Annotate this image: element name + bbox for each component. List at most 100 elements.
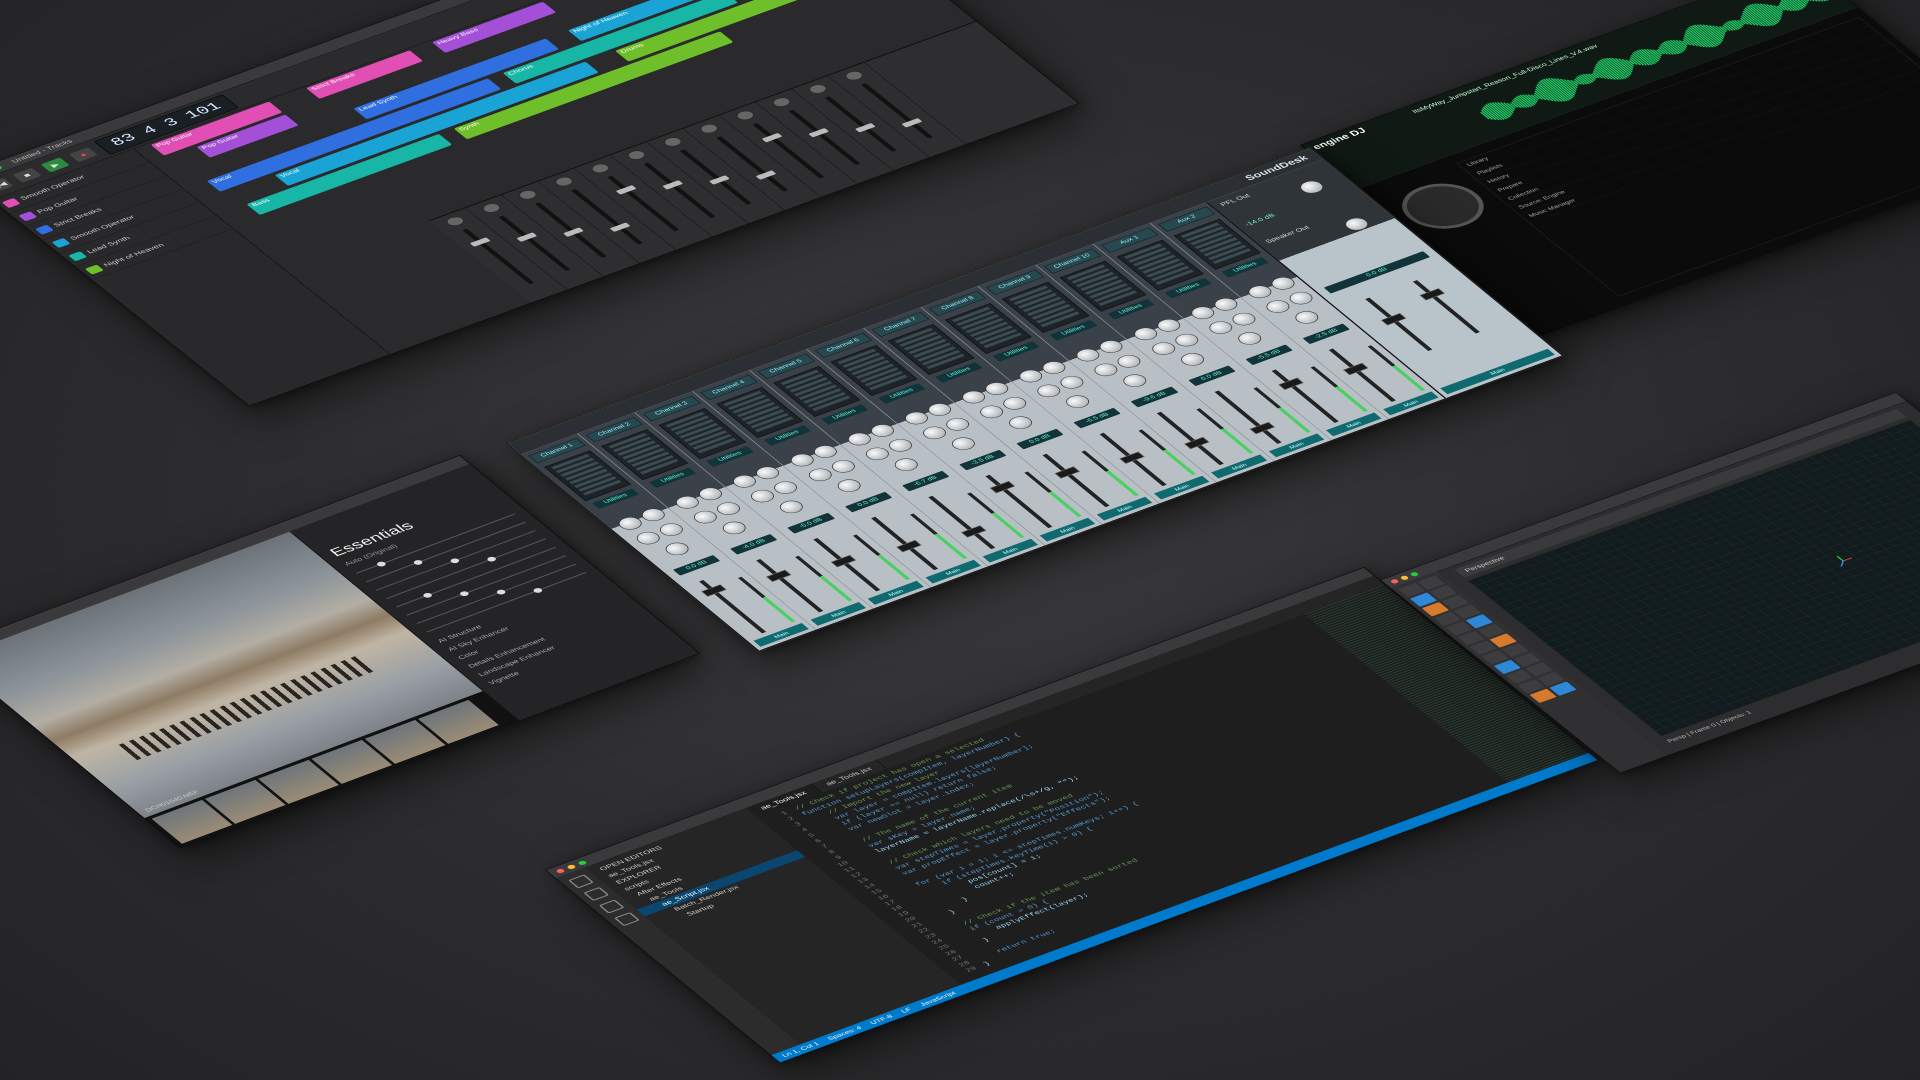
master-fader-right[interactable] xyxy=(1412,280,1480,334)
eq-knob[interactable] xyxy=(1147,340,1180,358)
channel-output[interactable]: Main xyxy=(925,559,981,584)
pan-knob[interactable] xyxy=(842,69,867,83)
eq-knob[interactable] xyxy=(1170,331,1203,349)
channel-output[interactable]: Main xyxy=(1383,391,1439,416)
eq-knob[interactable] xyxy=(1285,289,1317,307)
eq-knob[interactable] xyxy=(614,514,647,532)
channel-output[interactable]: Main xyxy=(753,623,810,647)
record-icon[interactable]: ● xyxy=(68,147,98,163)
eq-knob[interactable] xyxy=(843,430,876,448)
eq-knob[interactable] xyxy=(866,421,899,440)
eq-knob[interactable] xyxy=(900,409,933,427)
eq-knob[interactable] xyxy=(1227,310,1260,328)
channel-output[interactable]: Main xyxy=(1096,496,1153,521)
eq-knob[interactable] xyxy=(746,487,779,505)
source-control-icon[interactable] xyxy=(598,899,625,914)
pan-knob[interactable] xyxy=(624,148,649,162)
channel-output[interactable]: Main xyxy=(867,580,924,605)
eq-knob[interactable] xyxy=(1262,297,1294,316)
eq-knob[interactable] xyxy=(632,529,665,547)
eq-knob[interactable] xyxy=(1233,329,1266,348)
zoom-icon[interactable] xyxy=(1409,571,1420,577)
eq-knob[interactable] xyxy=(1090,361,1122,379)
debug-icon[interactable] xyxy=(613,912,640,927)
eq-knob[interactable] xyxy=(752,464,784,482)
eq-knob[interactable] xyxy=(728,472,761,490)
eq-knob[interactable] xyxy=(712,499,745,518)
eq-knob[interactable] xyxy=(1095,337,1128,356)
pfl-knob[interactable] xyxy=(1295,178,1328,196)
eq-knob[interactable] xyxy=(655,520,688,539)
channel-output[interactable]: Main xyxy=(1268,433,1325,458)
channel-output[interactable]: Main xyxy=(1325,412,1382,437)
minimize-icon[interactable] xyxy=(565,863,577,870)
eq-knob[interactable] xyxy=(694,485,727,503)
eq-knob[interactable] xyxy=(1244,283,1276,301)
eq-knob[interactable] xyxy=(1129,325,1162,343)
minimize-icon[interactable] xyxy=(1399,574,1410,581)
eq-knob[interactable] xyxy=(775,498,808,516)
speaker-knob[interactable] xyxy=(1340,215,1373,233)
eq-knob[interactable] xyxy=(827,457,859,476)
eq-knob[interactable] xyxy=(941,415,974,434)
eq-knob[interactable] xyxy=(1015,367,1047,385)
close-icon[interactable] xyxy=(554,867,566,874)
eq-knob[interactable] xyxy=(998,394,1031,413)
pan-knob[interactable] xyxy=(660,135,685,149)
pan-knob[interactable] xyxy=(733,109,758,122)
eq-knob[interactable] xyxy=(1209,295,1242,314)
search-icon[interactable] xyxy=(583,886,610,901)
eq-knob[interactable] xyxy=(671,493,704,511)
stop-icon[interactable]: ■ xyxy=(12,167,42,183)
close-icon[interactable] xyxy=(1389,578,1400,584)
eq-knob[interactable] xyxy=(804,466,836,484)
eq-knob[interactable] xyxy=(833,477,865,495)
eq-knob[interactable] xyxy=(1113,352,1146,370)
pan-knob[interactable] xyxy=(443,214,468,228)
zoom-icon[interactable] xyxy=(576,859,588,866)
eq-knob[interactable] xyxy=(975,403,1008,421)
pan-knob[interactable] xyxy=(697,122,722,135)
eq-knob[interactable] xyxy=(1152,316,1185,335)
eq-knob[interactable] xyxy=(1072,346,1104,364)
pan-knob[interactable] xyxy=(515,188,540,202)
eq-knob[interactable] xyxy=(1204,319,1237,337)
master-foot[interactable]: Main xyxy=(1440,348,1555,395)
eq-knob[interactable] xyxy=(890,456,922,474)
eq-knob[interactable] xyxy=(718,519,751,537)
play-icon[interactable]: ▶ xyxy=(40,157,70,173)
eq-knob[interactable] xyxy=(884,436,917,455)
eq-knob[interactable] xyxy=(861,445,894,463)
eq-knob[interactable] xyxy=(923,400,956,419)
eq-knob[interactable] xyxy=(1033,382,1065,400)
axis-gizmo-icon[interactable] xyxy=(1826,552,1860,570)
eq-knob[interactable] xyxy=(637,506,670,524)
eq-knob[interactable] xyxy=(661,540,693,558)
eq-knob[interactable] xyxy=(1119,371,1151,390)
eq-knob[interactable] xyxy=(980,379,1013,398)
status-item[interactable]: LF xyxy=(900,1007,913,1014)
eq-knob[interactable] xyxy=(918,424,951,442)
eq-knob[interactable] xyxy=(809,443,841,461)
pan-knob[interactable] xyxy=(552,175,576,188)
eq-knob[interactable] xyxy=(957,388,990,406)
rewind-icon[interactable]: ◀◀ xyxy=(0,177,14,193)
zoom-icon[interactable] xyxy=(0,164,3,171)
eq-knob[interactable] xyxy=(1290,308,1323,327)
channel-output[interactable]: Main xyxy=(1211,454,1267,479)
eq-knob[interactable] xyxy=(1056,373,1088,391)
eq-knob[interactable] xyxy=(1186,304,1219,322)
channel-output[interactable]: Main xyxy=(982,538,1038,563)
pan-knob[interactable] xyxy=(588,162,613,175)
eq-knob[interactable] xyxy=(770,478,802,497)
eq-knob[interactable] xyxy=(1061,392,1094,411)
eq-knob[interactable] xyxy=(786,451,818,469)
eq-knob[interactable] xyxy=(1176,350,1209,369)
eq-knob[interactable] xyxy=(689,508,722,526)
files-icon[interactable] xyxy=(568,874,595,889)
pan-knob[interactable] xyxy=(479,201,504,215)
pan-knob[interactable] xyxy=(769,95,794,109)
eq-knob[interactable] xyxy=(1267,274,1299,293)
eq-knob[interactable] xyxy=(1004,413,1037,432)
eq-knob[interactable] xyxy=(1038,358,1070,377)
